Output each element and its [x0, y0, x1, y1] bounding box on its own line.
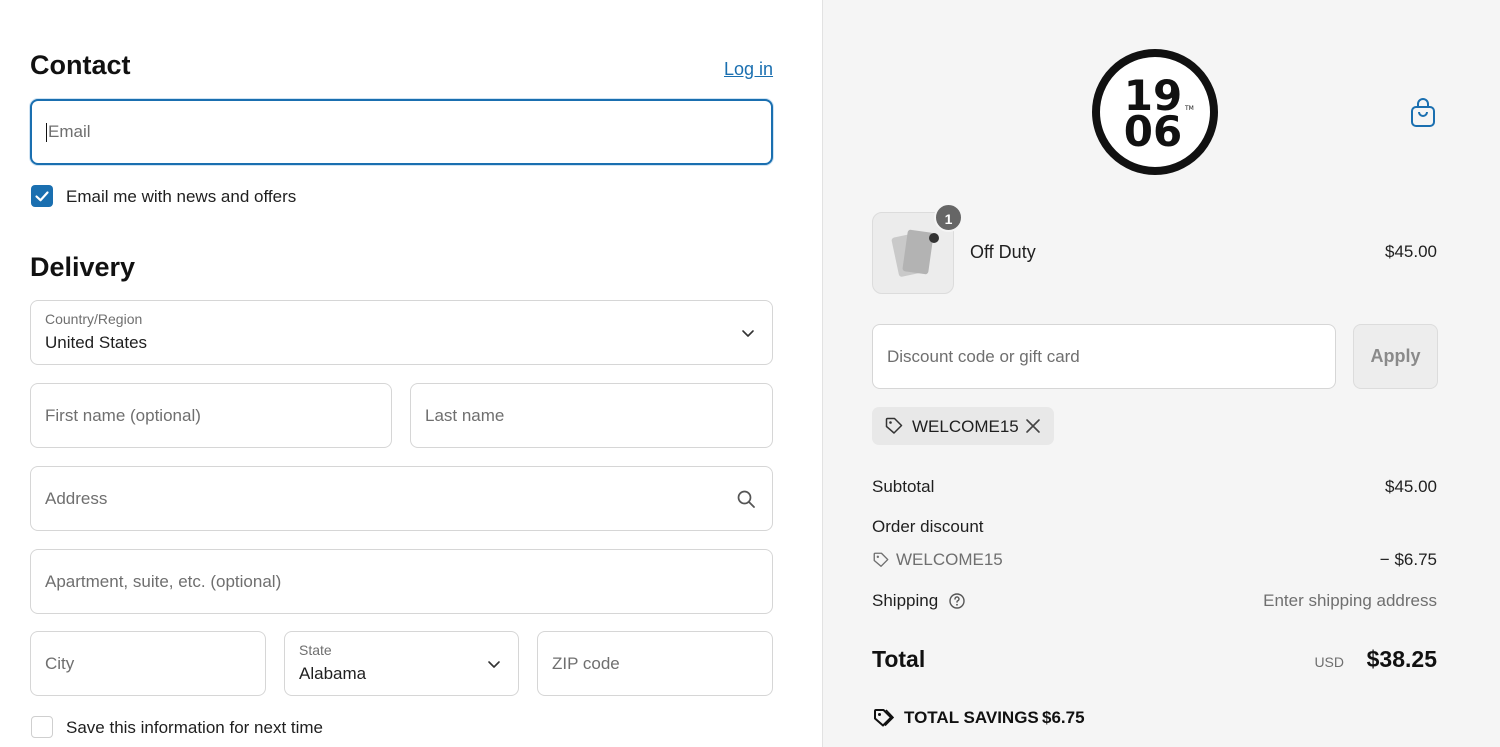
country-select[interactable]: Country/Region United States	[30, 300, 773, 365]
apartment-placeholder: Apartment, suite, etc. (optional)	[45, 571, 282, 591]
country-label: Country/Region	[45, 311, 143, 327]
country-value: United States	[45, 333, 148, 352]
email-input[interactable]: Email	[30, 99, 773, 165]
save-info-checkbox[interactable]	[31, 716, 53, 738]
save-info-label: Save this information for next time	[66, 718, 324, 737]
applied-discount-chip: WELCOME15	[872, 407, 1054, 445]
first-name-input[interactable]: First name (optional)	[30, 383, 392, 448]
discount-code-input[interactable]: Discount code or gift card	[872, 324, 1336, 389]
subtotal-label: Subtotal	[872, 477, 935, 496]
discount-value: − $6.75	[1379, 550, 1437, 569]
zip-placeholder: ZIP code	[552, 653, 620, 673]
chevron-down-icon	[488, 660, 500, 668]
order-summary: 19 06 TM 1 Off Duty $45.00 Discount code…	[822, 0, 1500, 747]
quantity-badge: 1	[934, 203, 963, 232]
help-icon[interactable]	[948, 592, 966, 610]
total-currency: USD	[1314, 654, 1344, 670]
state-select[interactable]: State Alabama	[284, 631, 519, 696]
checkout-form: Contact Log in Email Email me with news …	[0, 0, 822, 747]
address-input[interactable]: Address	[30, 466, 773, 531]
brand-logo[interactable]: 19 06 TM	[1091, 48, 1219, 176]
product-price: $45.00	[1385, 242, 1437, 261]
apartment-input[interactable]: Apartment, suite, etc. (optional)	[30, 549, 773, 614]
city-placeholder: City	[45, 653, 75, 673]
newsletter-checkbox[interactable]	[31, 185, 53, 207]
delivery-heading: Delivery	[30, 252, 136, 282]
remove-discount-icon[interactable]	[1024, 417, 1042, 435]
logo-tm: TM	[1184, 105, 1194, 112]
zip-input[interactable]: ZIP code	[537, 631, 773, 696]
shipping-value: Enter shipping address	[1263, 591, 1437, 610]
total-label: Total	[872, 646, 926, 672]
savings-value: $6.75	[1042, 708, 1085, 727]
search-icon	[737, 490, 755, 508]
brand-logo-mark: 19 06 TM	[1092, 49, 1218, 175]
contact-heading: Contact	[30, 50, 131, 80]
city-input[interactable]: City	[30, 631, 266, 696]
address-placeholder: Address	[45, 488, 108, 508]
logo-text-bottom: 06	[1124, 107, 1182, 156]
apply-button[interactable]: Apply	[1353, 324, 1438, 389]
shipping-label: Shipping	[872, 591, 939, 610]
total-value: $38.25	[1366, 646, 1437, 672]
state-value: Alabama	[299, 664, 367, 683]
first-name-placeholder: First name (optional)	[45, 405, 201, 425]
last-name-placeholder: Last name	[425, 405, 505, 425]
last-name-input[interactable]: Last name	[410, 383, 773, 448]
newsletter-label: Email me with news and offers	[66, 187, 297, 206]
savings-tag-icon	[874, 709, 894, 727]
login-link[interactable]: Log in	[724, 59, 773, 80]
email-placeholder: Email	[46, 121, 91, 143]
shopping-bag-icon[interactable]	[1409, 97, 1437, 129]
tag-icon	[873, 552, 889, 567]
tag-icon	[885, 417, 903, 434]
state-label: State	[299, 642, 332, 658]
chevron-down-icon	[742, 329, 754, 337]
discount-code-label: WELCOME15	[896, 550, 1003, 569]
discount-placeholder: Discount code or gift card	[887, 347, 1080, 366]
applied-discount-code: WELCOME15	[912, 417, 1019, 436]
subtotal-value: $45.00	[1385, 477, 1437, 496]
checkmark-icon	[35, 191, 49, 202]
savings-label: TOTAL SAVINGS	[904, 708, 1039, 727]
order-discount-label: Order discount	[872, 517, 984, 536]
product-name: Off Duty	[970, 242, 1036, 262]
